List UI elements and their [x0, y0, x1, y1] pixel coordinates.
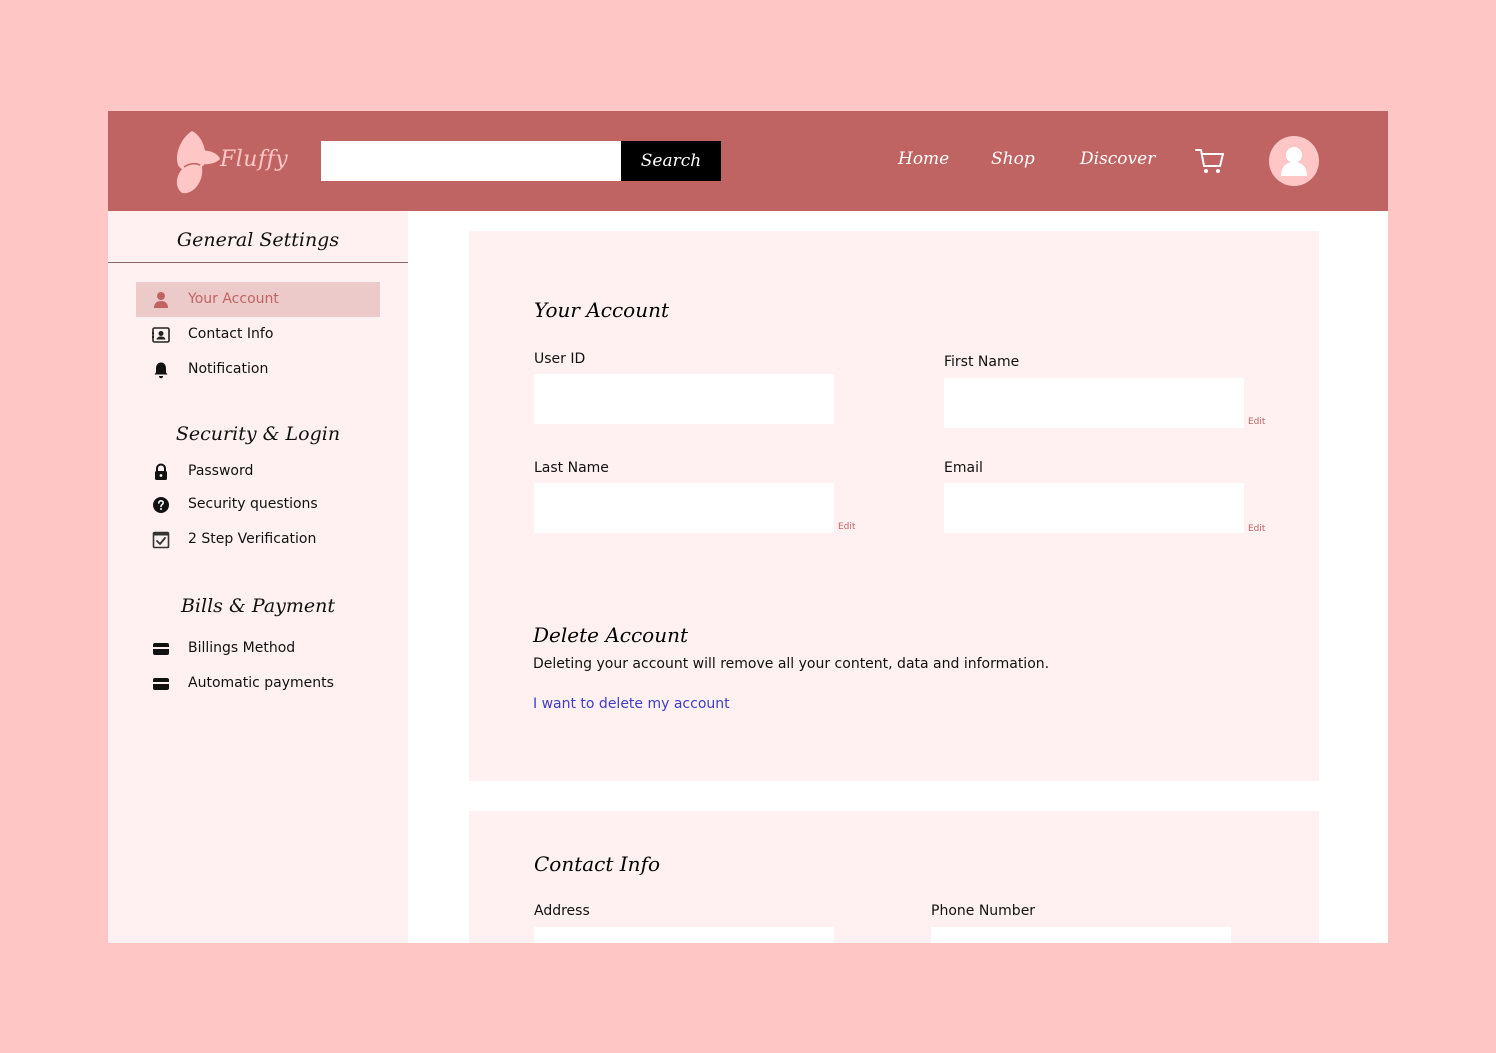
sidebar-item-label: Password [188, 463, 254, 479]
sidebar-item-label: Automatic payments [188, 675, 334, 691]
user-id-field[interactable] [534, 374, 834, 424]
contact-info-title: Contact Info [534, 852, 661, 876]
butterfly-logo-icon [176, 131, 220, 194]
address-label: Address [534, 903, 590, 919]
sidebar-divider [108, 262, 408, 263]
sidebar-heading-bills: Bills & Payment [180, 595, 336, 617]
profile-avatar-button[interactable] [1269, 136, 1319, 186]
email-label: Email [944, 460, 983, 476]
user-avatar-icon [1281, 147, 1307, 176]
credit-card-icon [153, 678, 169, 690]
sidebar-item-label: Your Account [188, 291, 279, 307]
checkbox-icon [152, 531, 170, 549]
first-name-edit-link[interactable]: Edit [1248, 417, 1265, 427]
sidebar-heading-general: General Settings [176, 229, 340, 251]
nav-home-link[interactable]: Home [898, 149, 949, 169]
user-icon [154, 292, 168, 308]
sidebar-item-security-questions[interactable]: Security questions [136, 487, 380, 522]
last-name-label: Last Name [534, 460, 609, 476]
brand-logo[interactable]: Fluffy [174, 129, 288, 195]
phone-number-label: Phone Number [931, 903, 1036, 919]
top-navbar: Fluffy Search Home Shop Discover [108, 111, 1388, 211]
sidebar-item-automatic-payments[interactable]: Automatic payments [136, 666, 380, 701]
address-field[interactable] [534, 927, 834, 943]
delete-account-link[interactable]: I want to delete my account [533, 696, 730, 712]
nav-discover-link[interactable]: Discover [1080, 149, 1155, 169]
sidebar-item-label: Contact Info [188, 326, 274, 342]
email-edit-link[interactable]: Edit [1248, 524, 1265, 534]
sidebar-heading-security: Security & Login [175, 423, 341, 445]
bell-icon [154, 362, 168, 379]
contact-info-card: Contact Info Address Phone Number [469, 811, 1319, 943]
cart-button[interactable] [1194, 146, 1226, 176]
delete-account-title: Delete Account [533, 623, 689, 647]
app-frame: Fluffy Search Home Shop Discover General… [108, 111, 1388, 943]
contact-card-icon [152, 327, 170, 343]
settings-sidebar: General Settings Your Account Contact In… [108, 211, 408, 943]
your-account-title: Your Account [534, 298, 669, 322]
sidebar-item-label: Billings Method [188, 640, 296, 656]
search-input[interactable] [321, 141, 621, 181]
cart-icon [1195, 149, 1224, 173]
sidebar-item-billings-method[interactable]: Billings Method [136, 631, 380, 666]
sidebar-item-label: 2 Step Verification [188, 531, 317, 547]
email-field[interactable] [944, 483, 1244, 533]
sidebar-item-password[interactable]: Password [136, 454, 380, 489]
sidebar-item-2-step-verification[interactable]: 2 Step Verification [136, 522, 380, 557]
brand-name: Fluffy [220, 147, 289, 172]
last-name-edit-link[interactable]: Edit [838, 522, 855, 532]
sidebar-item-your-account[interactable]: Your Account [136, 282, 380, 317]
question-icon [153, 497, 169, 513]
user-id-label: User ID [534, 351, 586, 367]
credit-card-icon [153, 643, 169, 655]
sidebar-item-label: Notification [188, 361, 269, 377]
phone-number-field[interactable] [931, 927, 1231, 943]
sidebar-item-label: Security questions [188, 496, 318, 512]
account-card: Your Account User ID First Name Edit Las… [469, 231, 1319, 781]
search-button[interactable]: Search [621, 141, 721, 181]
sidebar-item-contact-info[interactable]: Contact Info [136, 317, 380, 352]
last-name-field[interactable] [534, 483, 834, 533]
first-name-label: First Name [944, 354, 1020, 370]
lock-icon [155, 463, 167, 480]
sidebar-item-notification[interactable]: Notification [136, 352, 380, 387]
first-name-field[interactable] [944, 378, 1244, 428]
delete-account-description: Deleting your account will remove all yo… [533, 656, 1050, 672]
nav-shop-link[interactable]: Shop [991, 149, 1035, 169]
